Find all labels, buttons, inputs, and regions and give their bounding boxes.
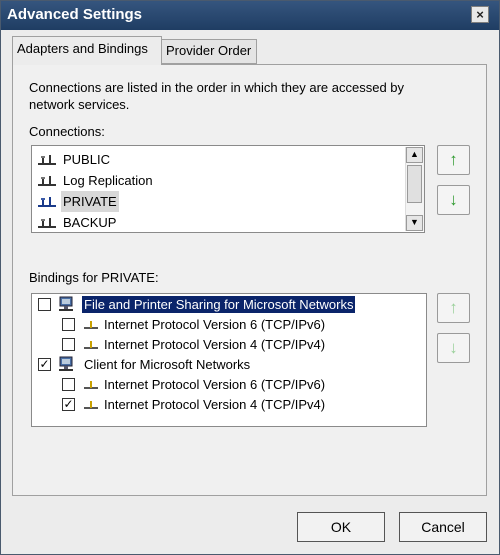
- ok-button[interactable]: OK: [297, 512, 385, 542]
- protocol-icon: [84, 381, 98, 389]
- binding-label-selected: File and Printer Sharing for Microsoft N…: [82, 296, 356, 313]
- binding-item[interactable]: ✓ Internet Protocol Version 4 (TCP/IPv4): [32, 394, 426, 415]
- binding-label: Internet Protocol Version 6 (TCP/IPv6): [104, 377, 326, 392]
- binding-label: Internet Protocol Version 4 (TCP/IPv4): [104, 397, 326, 412]
- advanced-settings-dialog: Advanced Settings × Adapters and Binding…: [0, 0, 500, 555]
- binding-checkbox-checked[interactable]: ✓: [62, 398, 75, 411]
- title-bar: Advanced Settings ×: [1, 1, 499, 30]
- binding-checkbox[interactable]: [38, 298, 51, 311]
- protocol-icon: [84, 401, 98, 409]
- connection-label: Log Replication: [63, 173, 153, 188]
- connections-label: Connections:: [29, 124, 105, 139]
- tab-adapters-and-bindings[interactable]: Adapters and Bindings: [12, 36, 162, 65]
- cancel-button[interactable]: Cancel: [399, 512, 487, 542]
- scroll-down-button[interactable]: ▼: [406, 215, 423, 231]
- protocol-icon: [84, 341, 98, 349]
- connection-item-selected[interactable]: PRIVATE: [32, 191, 404, 212]
- binding-label: Internet Protocol Version 4 (TCP/IPv4): [104, 337, 326, 352]
- connections-list[interactable]: PUBLIC Log Replication PRIVATE BACKUP ▲ …: [31, 145, 425, 233]
- network-adapter-icon: [38, 218, 56, 228]
- binding-move-up-button[interactable]: ↑: [437, 293, 470, 323]
- connection-item[interactable]: PUBLIC: [32, 149, 404, 170]
- connection-move-down-button[interactable]: ↓: [437, 185, 470, 215]
- connections-scrollbar[interactable]: ▲ ▼: [405, 147, 424, 231]
- binding-item[interactable]: Internet Protocol Version 6 (TCP/IPv6): [32, 374, 426, 395]
- connection-label: BACKUP: [63, 215, 117, 230]
- protocol-icon: [84, 321, 98, 329]
- computer-network-icon: [59, 356, 73, 371]
- bindings-list[interactable]: File and Printer Sharing for Microsoft N…: [31, 293, 427, 427]
- binding-item[interactable]: File and Printer Sharing for Microsoft N…: [32, 294, 426, 315]
- binding-label: Internet Protocol Version 6 (TCP/IPv6): [104, 317, 326, 332]
- tab-provider-order[interactable]: Provider Order: [161, 39, 257, 64]
- connection-move-up-button[interactable]: ↑: [437, 145, 470, 175]
- binding-item[interactable]: ✓ Client for Microsoft Networks: [32, 354, 426, 375]
- connection-item[interactable]: BACKUP: [32, 212, 404, 232]
- binding-checkbox[interactable]: [62, 378, 75, 391]
- binding-checkbox-checked[interactable]: ✓: [38, 358, 51, 371]
- scroll-up-button[interactable]: ▲: [406, 147, 423, 163]
- binding-checkbox[interactable]: [62, 318, 75, 331]
- connection-item[interactable]: Log Replication: [32, 170, 404, 191]
- network-adapter-icon: [38, 155, 56, 165]
- network-adapter-icon: [38, 176, 56, 186]
- description-line-2: network services.: [29, 97, 130, 112]
- computer-network-icon: [59, 296, 73, 311]
- connection-label: PRIVATE: [61, 191, 119, 212]
- binding-checkbox[interactable]: [62, 338, 75, 351]
- description-line-1: Connections are listed in the order in w…: [29, 80, 405, 95]
- binding-item[interactable]: Internet Protocol Version 4 (TCP/IPv4): [32, 334, 426, 355]
- scroll-thumb[interactable]: [407, 165, 422, 203]
- binding-item[interactable]: Internet Protocol Version 6 (TCP/IPv6): [32, 314, 426, 335]
- close-button[interactable]: ×: [471, 6, 489, 23]
- binding-label: Client for Microsoft Networks: [84, 357, 251, 372]
- bindings-label: Bindings for PRIVATE:: [29, 270, 159, 285]
- tab-panel: Connections are listed in the order in w…: [12, 64, 487, 496]
- network-adapter-icon: [38, 197, 56, 207]
- binding-move-down-button[interactable]: ↓: [437, 333, 470, 363]
- connection-label: PUBLIC: [63, 152, 110, 167]
- window-title: Advanced Settings: [7, 6, 143, 23]
